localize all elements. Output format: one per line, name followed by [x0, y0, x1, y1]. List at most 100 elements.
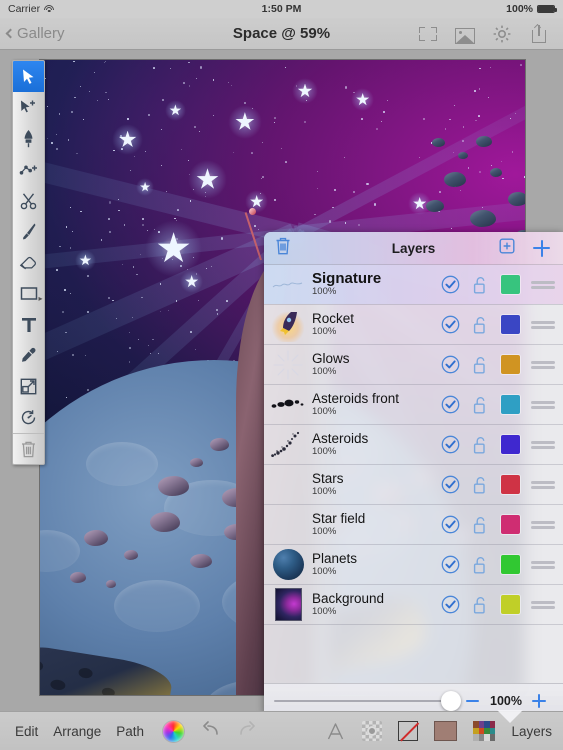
drag-handle-icon[interactable] — [528, 279, 558, 291]
layer-row[interactable]: Asteroids front 100% — [264, 385, 563, 425]
share-icon[interactable] — [529, 23, 549, 44]
add-point-tool[interactable] — [13, 154, 44, 185]
drag-handle-icon[interactable] — [528, 479, 558, 491]
stroke-icon[interactable] — [398, 721, 419, 741]
checkmark-circle-icon[interactable] — [435, 475, 465, 494]
layer-color-swatch[interactable] — [501, 355, 520, 374]
drag-handle-icon[interactable] — [528, 359, 558, 371]
fill-color-swatch[interactable] — [434, 721, 458, 741]
layer-name-label[interactable]: Planets — [312, 551, 435, 566]
blend-mode-icon[interactable] — [362, 721, 383, 741]
drag-handle-icon[interactable] — [528, 599, 558, 611]
pen-tool[interactable] — [13, 123, 44, 154]
layer-name-label[interactable]: Asteroids — [312, 431, 435, 446]
layer-row[interactable]: Star field 100% — [264, 505, 563, 545]
select-arrow-tool[interactable] — [13, 61, 44, 92]
layer-color-swatch[interactable] — [501, 515, 520, 534]
node-select-tool[interactable] — [13, 92, 44, 123]
undo-icon[interactable] — [201, 720, 221, 742]
checkmark-circle-icon[interactable] — [435, 595, 465, 614]
layer-row[interactable]: Glows 100% — [264, 345, 563, 385]
unlocked-padlock-icon[interactable] — [465, 395, 495, 415]
unlocked-padlock-icon[interactable] — [465, 315, 495, 335]
brush-tool[interactable] — [13, 216, 44, 247]
unlocked-padlock-icon[interactable] — [465, 555, 495, 575]
layer-name-label[interactable]: Glows — [312, 351, 435, 366]
opacity-decrease-button[interactable] — [466, 699, 479, 702]
unlocked-padlock-icon[interactable] — [465, 355, 495, 375]
layer-name-label[interactable]: Asteroids front — [312, 391, 435, 406]
star-dot — [422, 117, 426, 120]
star-dot — [61, 311, 64, 313]
text-style-icon[interactable] — [325, 721, 346, 742]
star-dot — [140, 253, 142, 255]
checkmark-circle-icon[interactable] — [435, 395, 465, 414]
eraser-tool[interactable] — [13, 247, 44, 278]
edit-menu[interactable]: Edit — [15, 724, 38, 739]
star-dot — [230, 84, 232, 86]
layer-color-swatch[interactable] — [501, 395, 520, 414]
unlocked-padlock-icon[interactable] — [465, 595, 495, 615]
drag-handle-icon[interactable] — [528, 519, 558, 531]
layers-list[interactable]: Signature 100% Rocket 100% Glows 100% Asteroid… — [264, 265, 563, 683]
text-tool[interactable] — [13, 309, 44, 340]
drag-handle-icon[interactable] — [528, 399, 558, 411]
star-dot — [86, 311, 89, 313]
fullscreen-icon[interactable] — [418, 24, 438, 44]
layer-color-swatch[interactable] — [501, 555, 520, 574]
path-menu[interactable]: Path — [116, 724, 144, 739]
add-layer-icon[interactable] — [533, 239, 550, 257]
layer-row[interactable]: Rocket 100% — [264, 305, 563, 345]
duplicate-layer-icon[interactable] — [498, 237, 516, 260]
layer-meta: Background 100% — [312, 591, 435, 618]
layer-name-label[interactable]: Rocket — [312, 311, 435, 326]
trash-icon[interactable] — [274, 236, 292, 261]
layers-button[interactable]: Layers — [511, 724, 552, 739]
layer-color-swatch[interactable] — [501, 315, 520, 334]
checkmark-circle-icon[interactable] — [435, 435, 465, 454]
layer-row[interactable]: Background 100% — [264, 585, 563, 625]
delete-tool[interactable] — [13, 433, 44, 464]
eyedropper-tool[interactable] — [13, 340, 44, 371]
rectangle-tool[interactable]: ▸ — [13, 278, 44, 309]
drag-handle-icon[interactable] — [528, 559, 558, 571]
opacity-slider-knob[interactable] — [441, 690, 461, 711]
checkmark-circle-icon[interactable] — [435, 275, 465, 294]
layer-row[interactable]: Signature 100% — [264, 265, 563, 305]
unlocked-padlock-icon[interactable] — [465, 475, 495, 495]
gear-icon[interactable] — [492, 24, 512, 44]
layer-color-swatch[interactable] — [501, 435, 520, 454]
drag-handle-icon[interactable] — [528, 319, 558, 331]
checkmark-circle-icon[interactable] — [435, 515, 465, 534]
transform-tool[interactable] — [13, 371, 44, 402]
redo-icon[interactable] — [237, 720, 257, 742]
opacity-slider[interactable] — [274, 690, 461, 711]
star-dot — [215, 309, 218, 311]
color-wheel-icon[interactable] — [163, 720, 185, 742]
arrange-menu[interactable]: Arrange — [53, 724, 101, 739]
checkmark-circle-icon[interactable] — [435, 555, 465, 574]
unlocked-padlock-icon[interactable] — [465, 515, 495, 535]
layer-color-swatch[interactable] — [501, 595, 520, 614]
layer-row[interactable]: Planets 100% — [264, 545, 563, 585]
layer-name-label[interactable]: Star field — [312, 511, 435, 526]
opacity-increase-button[interactable] — [531, 693, 546, 708]
image-icon[interactable] — [455, 27, 475, 44]
layer-color-swatch[interactable] — [501, 275, 520, 294]
unlocked-padlock-icon[interactable] — [465, 275, 495, 295]
rotate-tool[interactable] — [13, 402, 44, 433]
layer-color-swatch[interactable] — [501, 475, 520, 494]
unlocked-padlock-icon[interactable] — [465, 435, 495, 455]
drag-handle-icon[interactable] — [528, 439, 558, 451]
scissors-tool[interactable] — [13, 185, 44, 216]
layer-row[interactable]: Asteroids 100% — [264, 425, 563, 465]
layer-row[interactable]: Stars 100% — [264, 465, 563, 505]
star-dot — [148, 113, 151, 116]
layer-controls — [435, 395, 563, 415]
layer-name-label[interactable]: Signature — [312, 271, 435, 286]
checkmark-circle-icon[interactable] — [435, 315, 465, 334]
checkmark-circle-icon[interactable] — [435, 355, 465, 374]
swatches-icon[interactable] — [473, 721, 496, 741]
layer-name-label[interactable]: Stars — [312, 471, 435, 486]
layer-name-label[interactable]: Background — [312, 591, 435, 606]
